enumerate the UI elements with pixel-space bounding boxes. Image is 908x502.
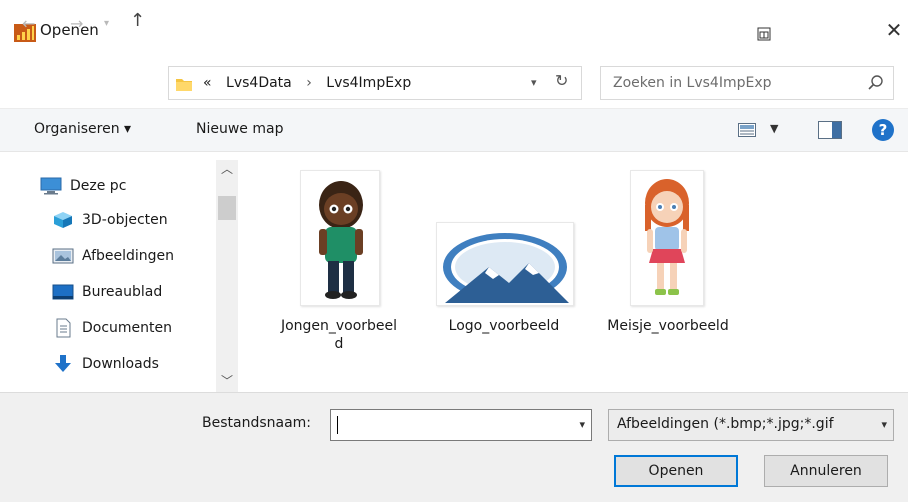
recent-locations-chevron-icon[interactable]: ▾ — [104, 18, 109, 29]
file-item-meisje[interactable] — [630, 170, 704, 306]
file-item-logo[interactable] — [436, 222, 574, 306]
preview-pane-icon[interactable] — [818, 121, 842, 139]
download-icon — [52, 355, 74, 373]
file-item-jongen[interactable] — [300, 170, 380, 306]
organize-menu-button[interactable]: Organiseren ▾ — [34, 121, 131, 137]
nav-item-label: Deze pc — [70, 178, 127, 194]
nav-item-afbeeldingen[interactable]: Afbeeldingen — [52, 242, 174, 270]
breadcrumb: « Lvs4Data › Lvs4ImpExp — [203, 75, 421, 91]
file-name-jongen-line1[interactable]: Jongen_voorbeel — [274, 318, 404, 334]
breadcrumb-item[interactable]: Lvs4ImpExp — [326, 75, 411, 91]
up-arrow-icon[interactable]: ↑ — [130, 10, 145, 31]
help-icon[interactable]: ? — [872, 119, 894, 141]
file-name-logo[interactable]: Logo_voorbeeld — [430, 318, 578, 334]
nav-item-label: Bureaublad — [82, 284, 163, 300]
search-icon[interactable] — [867, 74, 885, 92]
new-folder-button[interactable]: Nieuwe map — [196, 121, 283, 137]
nav-item-bureaublad[interactable]: Bureaublad — [52, 278, 162, 306]
folder-icon — [176, 79, 192, 91]
search-placeholder: Zoeken in Lvs4ImpExp — [613, 75, 772, 91]
boy-image-icon — [319, 181, 363, 299]
refresh-icon[interactable]: ↻ — [555, 71, 568, 90]
command-bar: Organiseren ▾ Nieuwe map ▼ ? — [0, 108, 908, 152]
navigation-pane: Deze pc 3D-objecten Afbeeldingen Bureaub… — [0, 152, 244, 392]
nav-item-label: Afbeeldingen — [82, 248, 175, 264]
bottom-bar: Bestandsnaam: ▾ Afbeeldingen (*.bmp;*.jp… — [0, 392, 908, 502]
logo-image-icon — [443, 233, 569, 303]
file-type-chevron-icon[interactable]: ▾ — [881, 418, 887, 431]
computer-icon — [40, 177, 62, 195]
filename-label: Bestandsnaam: — [202, 415, 312, 431]
breadcrumb-overflow[interactable]: « — [203, 75, 212, 91]
breadcrumb-item[interactable]: Lvs4Data — [226, 75, 292, 91]
close-button[interactable]: ✕ — [882, 18, 906, 42]
view-options-icon[interactable] — [738, 123, 756, 137]
nav-item-downloads[interactable]: Downloads — [52, 350, 159, 378]
nav-item-label: Documenten — [82, 320, 173, 336]
filename-chevron-icon[interactable]: ▾ — [579, 418, 585, 431]
view-options-chevron-icon[interactable]: ▼ — [770, 122, 778, 135]
file-type-select[interactable]: Afbeeldingen (*.bmp;*.jpg;*.gif ▾ — [608, 409, 894, 441]
scroll-up-icon[interactable]: ︿ — [221, 160, 233, 177]
back-arrow-icon[interactable]: ← — [22, 14, 35, 33]
breadcrumb-separator-icon[interactable]: › — [306, 75, 312, 91]
address-bar[interactable]: « Lvs4Data › Lvs4ImpExp ▾ ↻ — [168, 66, 582, 100]
address-history-chevron-icon[interactable]: ▾ — [531, 76, 537, 89]
nav-item-3d-objecten[interactable]: 3D-objecten — [52, 206, 168, 234]
open-file-dialog: Openen ✕ ← → ▾ ↑ « Lvs4Data › Lvs4ImpExp… — [0, 0, 908, 502]
nav-item-label: 3D-objecten — [82, 212, 168, 228]
girl-image-icon — [645, 179, 689, 295]
document-icon — [52, 318, 74, 338]
pictures-icon — [52, 247, 74, 265]
nav-item-documenten[interactable]: Documenten — [52, 314, 172, 342]
file-name-meisje[interactable]: Meisje_voorbeeld — [596, 318, 740, 334]
cancel-button[interactable]: Annuleren — [764, 455, 888, 487]
file-name-jongen-line2[interactable]: d — [274, 336, 404, 352]
desktop-icon — [52, 283, 74, 301]
open-button[interactable]: Openen — [614, 455, 738, 487]
filename-input[interactable]: ▾ — [330, 409, 592, 441]
scroll-down-icon[interactable]: ﹀ — [221, 372, 233, 389]
nav-pane-scrollbar[interactable]: ︿ ﹀ — [216, 160, 238, 392]
window-mode-icon — [757, 27, 771, 41]
window-mode-button[interactable] — [752, 22, 776, 46]
forward-arrow-icon[interactable]: → — [70, 14, 83, 33]
cube-3d-icon — [52, 211, 74, 229]
close-icon: ✕ — [885, 18, 903, 42]
search-input[interactable]: Zoeken in Lvs4ImpExp — [600, 66, 894, 100]
text-caret — [337, 416, 338, 434]
nav-item-label: Downloads — [82, 356, 159, 372]
nav-item-deze-pc[interactable]: Deze pc — [40, 172, 126, 200]
scrollbar-thumb[interactable] — [218, 196, 236, 220]
file-type-value: Afbeeldingen (*.bmp;*.jpg;*.gif — [617, 416, 834, 432]
